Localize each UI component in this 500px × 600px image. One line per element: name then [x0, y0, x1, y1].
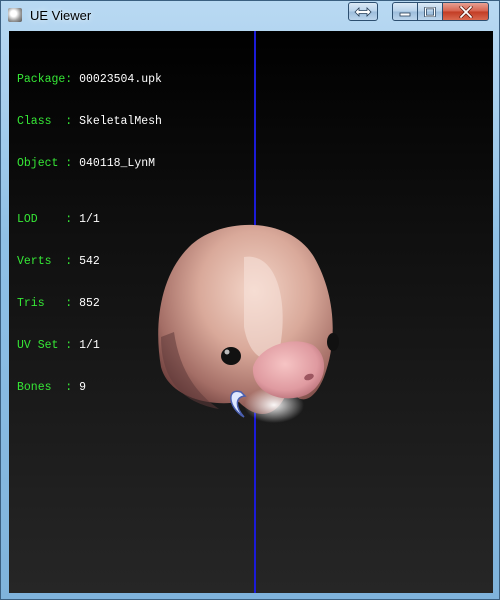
app-icon — [8, 8, 22, 22]
info-row-lod: LOD : 1/1 — [17, 213, 162, 227]
info-label: LOD : — [17, 213, 73, 226]
info-label: Verts : — [17, 255, 73, 268]
info-row-object: Object : 040118_LynM — [17, 157, 162, 171]
info-label: Bones : — [17, 381, 73, 394]
info-label: Tris : — [17, 297, 73, 310]
maximize-icon — [424, 6, 436, 17]
3d-viewport[interactable]: Package: 00023504.upk Class : SkeletalMe… — [9, 31, 493, 593]
info-value: 1/1 — [79, 213, 100, 226]
info-value: SkeletalMesh — [79, 115, 162, 128]
eye-right — [327, 333, 339, 351]
info-label: Class : — [17, 115, 73, 128]
info-row-bones: Bones : 9 — [17, 381, 162, 395]
info-value: 542 — [79, 255, 100, 268]
info-row-package: Package: 00023504.upk — [17, 73, 162, 87]
title-bar[interactable]: UE Viewer — [1, 1, 499, 31]
info-value: 00023504.upk — [79, 73, 162, 86]
maximize-button[interactable] — [417, 2, 443, 21]
close-button[interactable] — [442, 2, 489, 21]
info-row-tris: Tris : 852 — [17, 297, 162, 311]
info-value: 040118_LynM — [79, 157, 156, 170]
close-icon — [458, 5, 473, 18]
info-label: UV Set : — [17, 339, 73, 352]
minimize-icon — [399, 12, 411, 16]
info-value: 852 — [79, 297, 100, 310]
minimize-button[interactable] — [392, 2, 418, 21]
window-title: UE Viewer — [30, 8, 92, 23]
mesh-info-overlay: Package: 00023504.upk Class : SkeletalMe… — [17, 45, 162, 423]
info-row-verts: Verts : 542 — [17, 255, 162, 269]
info-row-class: Class : SkeletalMesh — [17, 115, 162, 129]
pig-head-mesh[interactable] — [149, 217, 339, 423]
swap-arrows-icon — [354, 6, 372, 17]
eye-left — [221, 347, 241, 365]
info-value: 1/1 — [79, 339, 100, 352]
info-value: 9 — [79, 381, 87, 394]
app-window: UE Viewer Package: 00023504.upk Class: … — [0, 0, 500, 600]
info-row-uvset: UV Set : 1/1 — [17, 339, 162, 353]
resize-toggle-button[interactable] — [348, 2, 378, 21]
info-label: Object : — [17, 157, 73, 170]
info-label: Package: — [17, 73, 73, 86]
